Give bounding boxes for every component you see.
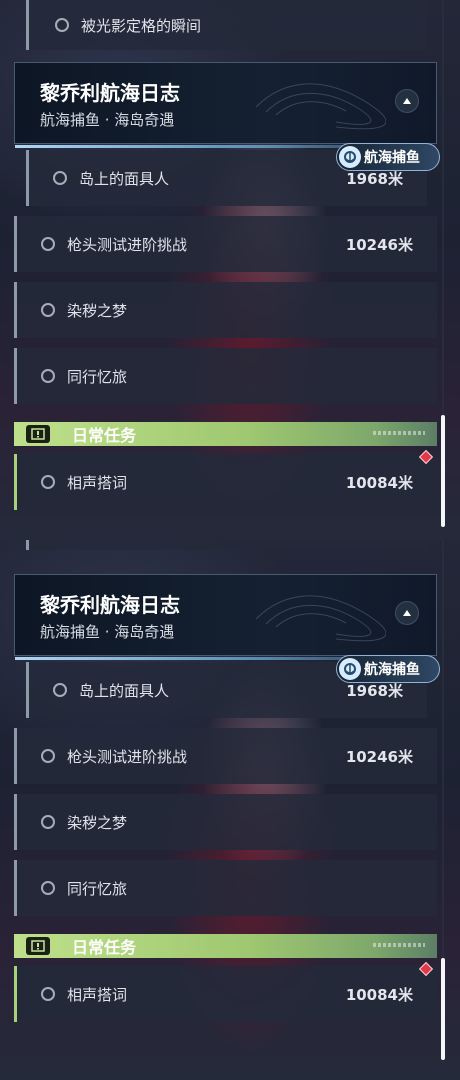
radio-circle-icon	[41, 303, 55, 317]
scrollbar-thumb[interactable]	[441, 958, 445, 1060]
fishing-badge: 航海捕鱼	[336, 655, 440, 683]
daily-section-title: 日常任务	[72, 426, 137, 445]
radio-circle-icon	[41, 749, 55, 763]
quest-group-title: 黎乔利航海日志	[40, 81, 180, 105]
quest-row-partial[interactable]: 被光影定格的瞬间	[26, 0, 427, 50]
scrollbar-thumb[interactable]	[441, 415, 445, 527]
radio-circle-icon	[41, 475, 55, 489]
quest-group-header[interactable]: 黎乔利航海日志 航海捕鱼 · 海岛奇遇	[14, 62, 437, 148]
chevron-up-icon	[403, 98, 411, 104]
quest-distance: 10084米	[345, 985, 413, 1004]
exclamation-box-icon	[26, 425, 50, 443]
quest-label: 相声搭词	[67, 473, 128, 492]
daily-section-header[interactable]: 日常任务	[14, 934, 437, 958]
quest-row[interactable]: 染秽之梦	[14, 794, 437, 850]
quest-panel-bottom: 黎乔利航海日志 航海捕鱼 · 海岛奇遇 岛上的面具人 1968米 航海捕鱼 枪头…	[0, 540, 460, 1080]
daily-section-title: 日常任务	[72, 938, 137, 957]
radio-circle-icon	[53, 171, 67, 185]
badge-label: 航海捕鱼	[364, 662, 420, 678]
daily-quest-row[interactable]: 相声搭词 10084米	[14, 454, 437, 510]
quest-row[interactable]: 同行忆旅	[14, 348, 437, 404]
quest-label: 染秽之梦	[67, 301, 128, 320]
quest-row[interactable]: 染秽之梦	[14, 282, 437, 338]
quest-group-subtitle: 航海捕鱼 · 海岛奇遇	[40, 623, 175, 641]
badge-label: 航海捕鱼	[364, 150, 420, 166]
quest-row-partial[interactable]	[26, 540, 427, 550]
quest-row[interactable]: 枪头测试进阶挑战 10246米	[14, 216, 437, 272]
quest-label: 相声搭词	[67, 985, 128, 1004]
radio-circle-icon	[41, 987, 55, 1001]
topo-decoration	[255, 595, 386, 642]
daily-decoration	[373, 431, 425, 435]
radio-circle-icon	[55, 18, 69, 32]
radio-circle-icon	[41, 881, 55, 895]
chevron-up-icon	[403, 610, 411, 616]
quest-label: 岛上的面具人	[79, 169, 170, 188]
topo-decoration	[255, 83, 386, 130]
quest-distance: 10246米	[345, 235, 413, 254]
quest-label: 岛上的面具人	[79, 681, 170, 700]
quest-label: 枪头测试进阶挑战	[67, 747, 188, 766]
quest-group-subtitle: 航海捕鱼 · 海岛奇遇	[40, 111, 175, 129]
quest-distance: 10084米	[345, 473, 413, 492]
collapse-button[interactable]	[395, 601, 419, 625]
daily-section-header[interactable]: 日常任务	[14, 422, 437, 446]
radio-circle-icon	[41, 237, 55, 251]
quest-label: 同行忆旅	[67, 879, 128, 898]
fishing-emblem-icon	[339, 658, 361, 680]
quest-group-header[interactable]: 黎乔利航海日志 航海捕鱼 · 海岛奇遇	[14, 574, 437, 660]
quest-label: 被光影定格的瞬间	[81, 16, 202, 35]
quest-distance: 10246米	[345, 747, 413, 766]
fishing-badge: 航海捕鱼	[336, 143, 440, 171]
daily-quest-row[interactable]: 相声搭词 10084米	[14, 966, 437, 1022]
fishing-emblem-icon	[339, 146, 361, 168]
radio-circle-icon	[53, 683, 67, 697]
exclamation-box-icon	[26, 937, 50, 955]
radio-circle-icon	[41, 369, 55, 383]
quest-label: 枪头测试进阶挑战	[67, 235, 188, 254]
quest-row[interactable]: 枪头测试进阶挑战 10246米	[14, 728, 437, 784]
collapse-button[interactable]	[395, 89, 419, 113]
quest-panel-top: 被光影定格的瞬间 黎乔利航海日志 航海捕鱼 · 海岛奇遇 岛上的面具人 1968…	[0, 0, 460, 540]
daily-decoration	[373, 943, 425, 947]
radio-circle-icon	[41, 815, 55, 829]
quest-label: 染秽之梦	[67, 813, 128, 832]
quest-row[interactable]: 同行忆旅	[14, 860, 437, 916]
quest-label: 同行忆旅	[67, 367, 128, 386]
quest-group-title: 黎乔利航海日志	[40, 593, 180, 617]
